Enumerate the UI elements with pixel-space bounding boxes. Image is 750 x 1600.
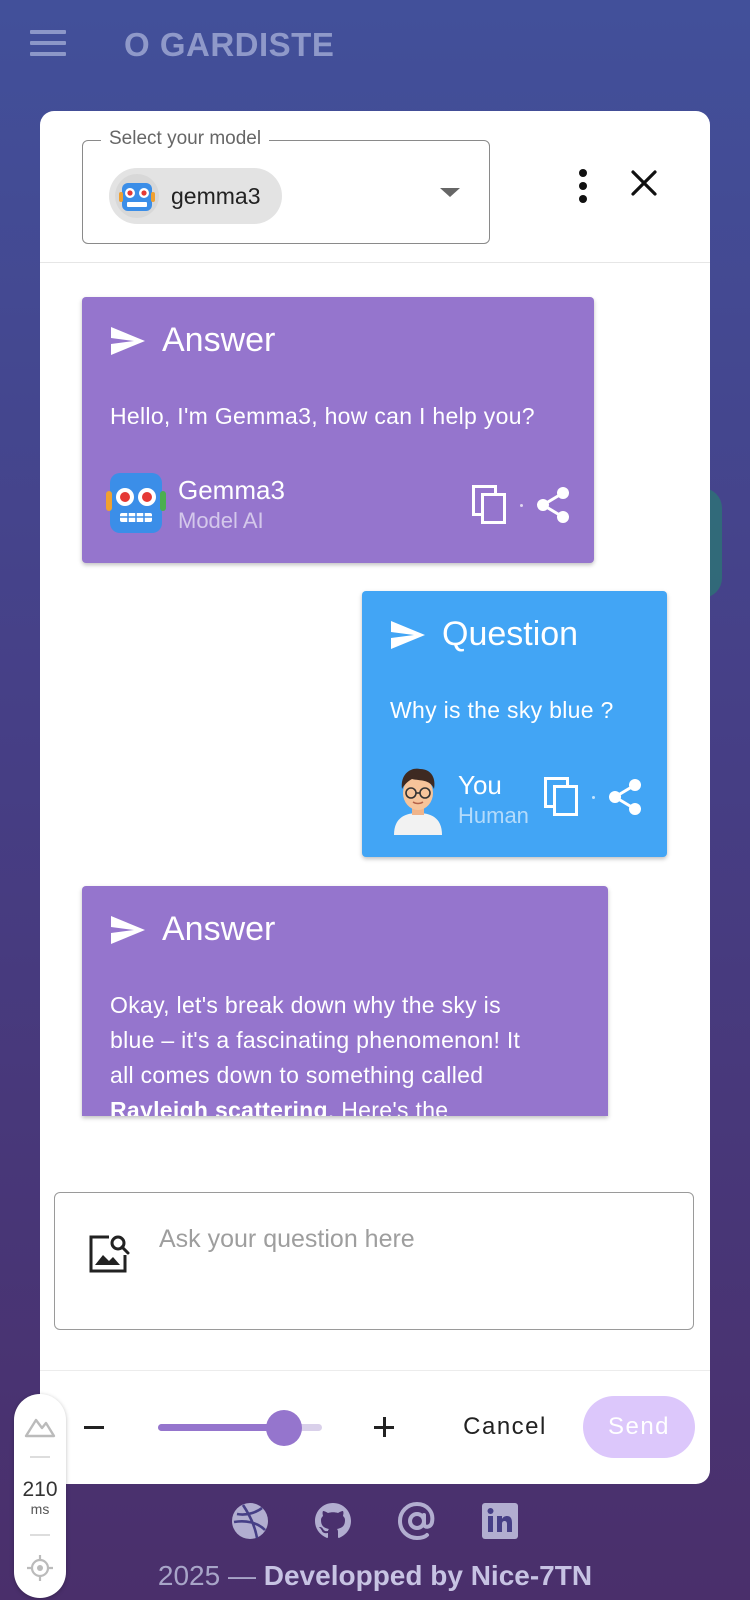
app-bar: O GARDISTE [0, 0, 750, 92]
send-icon [111, 326, 145, 355]
at-icon[interactable] [396, 1500, 438, 1542]
answer-text-bold: Rayleigh scattering [110, 1097, 328, 1116]
plus-button[interactable] [374, 1407, 396, 1447]
question-actions [544, 777, 643, 817]
answer-text-line: blue – it's a fascinating phenomenon! It [110, 1027, 521, 1053]
action-separator [520, 503, 523, 507]
send-button[interactable]: Send [583, 1396, 695, 1458]
footer-year: 2025 — [157, 1560, 264, 1591]
answer-title: Answer [162, 321, 276, 359]
send-icon [391, 620, 425, 649]
dialog-footer: Cancel Send [40, 1370, 710, 1484]
send-icon [111, 915, 145, 944]
answer-card: Answer Okay, let's break down why the sk… [82, 886, 608, 1116]
answer-card: Answer Hello, I'm Gemma3, how can I help… [82, 297, 594, 563]
app-title: O GARDISTE [124, 26, 335, 63]
share-icon[interactable] [607, 778, 643, 816]
footer-author[interactable]: Developped by Nice-7TN [264, 1560, 592, 1591]
model-chip-label: gemma3 [171, 182, 261, 209]
dropdown-arrow-icon[interactable] [440, 188, 460, 197]
answer-text-line: Rayleigh scattering. Here's the [110, 1093, 590, 1116]
robot-avatar-icon [115, 174, 159, 218]
mountain-icon [24, 1418, 56, 1438]
author-name: Gemma3 [178, 475, 285, 505]
author-role: Model AI [178, 508, 264, 533]
answer-text-line: all comes down to something called [110, 1062, 484, 1088]
question-card: Question Why is the sky blue ? You Human [362, 591, 667, 857]
copy-icon[interactable] [472, 485, 508, 525]
github-icon[interactable] [312, 1500, 354, 1542]
answer-text-line: Okay, let's break down why the sky is [110, 992, 501, 1018]
copy-icon[interactable] [544, 777, 580, 817]
footer-credit: 2025 — Developped by Nice-7TN [0, 1560, 750, 1592]
dribbble-icon[interactable] [229, 1500, 271, 1542]
latency-value: 210 [22, 1478, 58, 1501]
answer-text: Okay, let's break down why the sky is bl… [110, 988, 590, 1116]
slider-thumb[interactable] [266, 1410, 303, 1446]
action-separator [592, 795, 595, 799]
widget-divider [30, 1456, 50, 1458]
chat-dialog: Select your model gemma3 Answer Hello, I… [40, 111, 710, 1484]
more-options-icon[interactable] [576, 169, 590, 203]
cancel-button[interactable]: Cancel [450, 1401, 560, 1453]
model-select[interactable]: Select your model gemma3 [82, 128, 490, 244]
minus-button[interactable] [84, 1407, 106, 1447]
author-name: You [458, 770, 502, 800]
answer-text: Hello, I'm Gemma3, how can I help you? [110, 403, 535, 429]
answer-text-tail: . Here's the [327, 1097, 449, 1116]
image-search-icon[interactable] [87, 1231, 131, 1275]
answer-actions [472, 485, 571, 525]
robot-avatar-icon [106, 473, 166, 533]
question-author: You Human [390, 765, 529, 835]
share-icon[interactable] [535, 486, 571, 524]
answer-title: Answer [162, 910, 276, 948]
linkedin-icon[interactable] [479, 1500, 521, 1542]
close-icon[interactable] [624, 163, 664, 203]
question-input[interactable] [159, 1225, 659, 1254]
menu-icon[interactable] [30, 30, 66, 60]
author-role: Human [458, 803, 529, 828]
question-header: Question [390, 615, 578, 654]
model-chip[interactable]: gemma3 [109, 168, 283, 224]
temperature-slider[interactable] [158, 1410, 322, 1446]
question-title: Question [442, 615, 579, 653]
question-input-box[interactable] [54, 1192, 694, 1330]
user-avatar-icon [394, 768, 442, 835]
question-text: Why is the sky blue ? [390, 697, 614, 723]
model-select-label: Select your model [101, 128, 270, 150]
answer-author: Gemma3 Model AI [106, 471, 285, 539]
social-links [0, 1500, 750, 1542]
answer-header: Answer [110, 321, 275, 360]
chat-message-list[interactable]: Answer Hello, I'm Gemma3, how can I help… [40, 264, 710, 1231]
dialog-header: Select your model gemma3 [40, 111, 710, 263]
answer-header: Answer [110, 910, 275, 949]
